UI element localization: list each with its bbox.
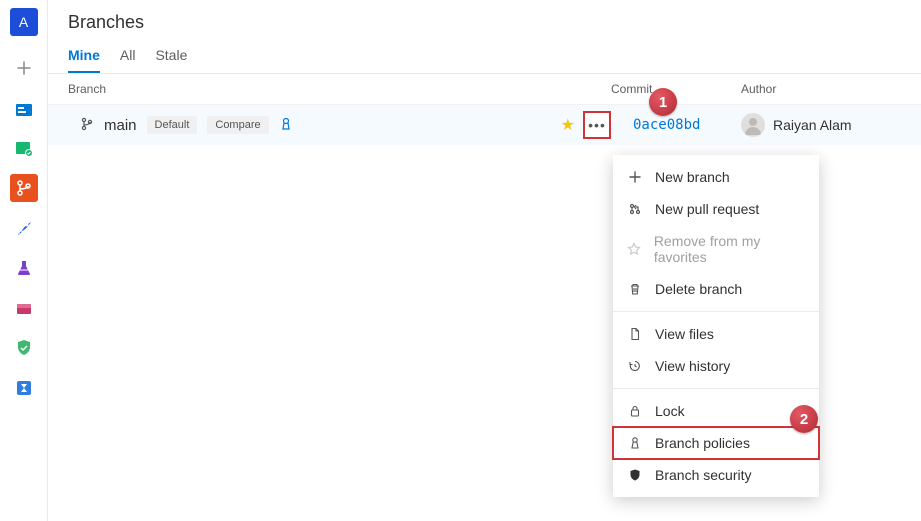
tabs: Mine All Stale <box>68 47 901 73</box>
hourglass-icon <box>14 378 34 398</box>
package-icon <box>14 298 34 318</box>
rail-testplans[interactable] <box>10 254 38 282</box>
policy-icon <box>279 117 293 134</box>
ellipsis-icon: ••• <box>588 117 606 133</box>
plus-icon <box>16 60 32 76</box>
menu-branch-security[interactable]: Branch security <box>613 459 819 491</box>
branch-icon <box>80 117 94 134</box>
flask-icon <box>14 258 34 278</box>
menu-new-branch[interactable]: New branch <box>613 161 819 193</box>
menu-lock[interactable]: Lock <box>613 395 819 427</box>
context-menu: New branch New pull request Remove from … <box>613 155 819 497</box>
more-options-button[interactable]: ••• <box>583 111 611 139</box>
rail-pipelines[interactable] <box>10 214 38 242</box>
col-author: Author <box>741 82 901 96</box>
page-header: Branches Mine All Stale <box>48 0 921 73</box>
star-outline-icon <box>627 242 642 256</box>
menu-label: Delete branch <box>655 281 742 297</box>
rail-repos[interactable] <box>10 174 38 202</box>
menu-delete-branch[interactable]: Delete branch <box>613 273 819 305</box>
shield-icon <box>627 468 643 482</box>
tasks-icon <box>14 138 34 158</box>
menu-label: Remove from my favorites <box>654 233 805 265</box>
tab-all[interactable]: All <box>120 47 136 73</box>
tab-mine[interactable]: Mine <box>68 47 100 73</box>
rail-tasks[interactable] <box>10 134 38 162</box>
author-avatar <box>741 113 765 137</box>
rail-artifacts[interactable] <box>10 294 38 322</box>
tab-stale[interactable]: Stale <box>155 47 187 73</box>
row-actions: ★ ••• <box>561 111 611 139</box>
menu-remove-favorite: Remove from my favorites <box>613 225 819 273</box>
menu-separator <box>613 311 819 312</box>
menu-branch-policies[interactable]: Branch policies <box>613 427 819 459</box>
project-avatar[interactable]: A <box>10 8 38 36</box>
menu-separator <box>613 388 819 389</box>
menu-label: New pull request <box>655 201 759 217</box>
favorite-star-icon[interactable]: ★ <box>561 115 575 135</box>
policy-icon <box>627 436 643 450</box>
lock-icon <box>627 404 643 418</box>
table-header: Branch Commit Author <box>48 73 921 105</box>
menu-label: View history <box>655 358 730 374</box>
plus-icon <box>627 170 643 184</box>
branch-row[interactable]: main Default Compare ★ ••• 0ace08bd <box>48 105 921 145</box>
trash-icon <box>627 282 643 296</box>
rail-compliance[interactable] <box>10 334 38 362</box>
rail-add[interactable] <box>10 54 38 82</box>
menu-new-pr[interactable]: New pull request <box>613 193 819 225</box>
commit-link[interactable]: 0ace08bd <box>611 117 741 133</box>
branch-name[interactable]: main <box>104 117 137 134</box>
menu-label: Branch policies <box>655 435 750 451</box>
pull-request-icon <box>627 202 643 216</box>
main-content: Branches Mine All Stale Branch Commit Au… <box>48 0 921 521</box>
badge-compare[interactable]: Compare <box>207 116 268 134</box>
rocket-icon <box>14 218 34 238</box>
menu-label: Branch security <box>655 467 751 483</box>
author-cell: Raiyan Alam <box>741 113 901 137</box>
col-branch: Branch <box>68 82 611 96</box>
history-icon <box>627 359 643 373</box>
menu-label: Lock <box>655 403 685 419</box>
col-commit: Commit <box>611 82 741 96</box>
callout-1: 1 <box>649 88 677 116</box>
menu-view-files[interactable]: View files <box>613 318 819 350</box>
badge-default: Default <box>147 116 198 134</box>
rail-boards[interactable] <box>10 94 38 122</box>
page-title: Branches <box>68 12 901 33</box>
menu-label: New branch <box>655 169 730 185</box>
boards-icon <box>14 98 34 118</box>
branch-cell: main Default Compare ★ ••• <box>68 111 611 139</box>
shield-check-icon <box>14 338 34 358</box>
callout-2: 2 <box>790 405 818 433</box>
menu-label: View files <box>655 326 714 342</box>
file-icon <box>627 327 643 341</box>
rail-hourglass[interactable] <box>10 374 38 402</box>
left-rail: A <box>0 0 48 521</box>
menu-view-history[interactable]: View history <box>613 350 819 382</box>
branch-icon <box>15 179 33 197</box>
author-name: Raiyan Alam <box>773 117 852 133</box>
